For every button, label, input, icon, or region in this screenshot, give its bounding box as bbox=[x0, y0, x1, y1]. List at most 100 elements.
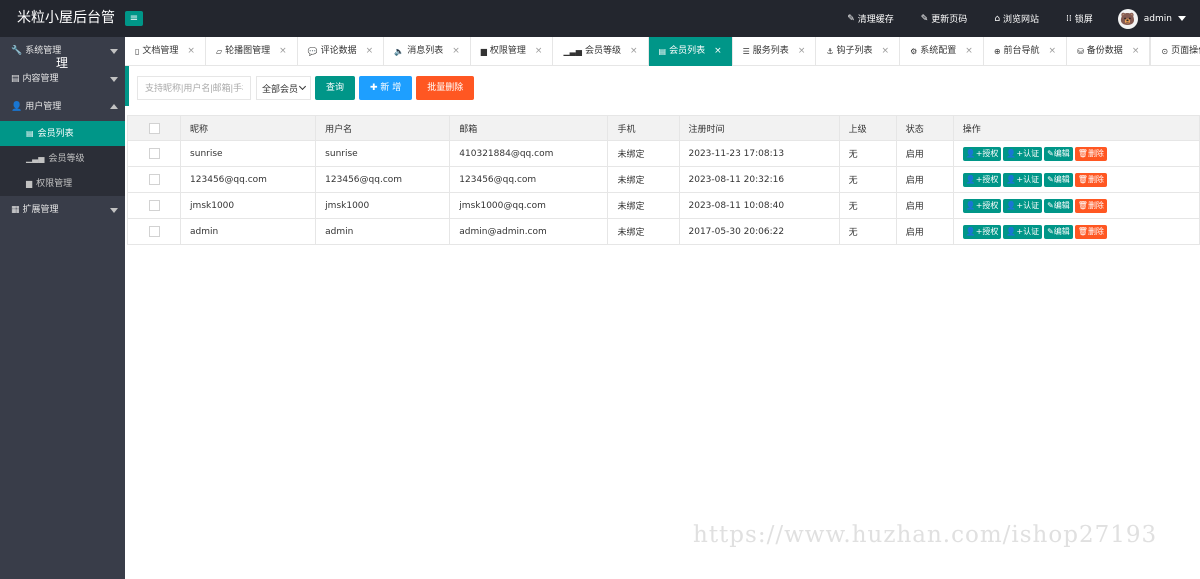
cell-registered: 2023-08-11 20:32:16 bbox=[678, 166, 840, 193]
verify-button[interactable]: 👤+认证 bbox=[1003, 172, 1043, 187]
row-checkbox[interactable] bbox=[148, 226, 160, 237]
avatar[interactable]: 🐻 bbox=[1117, 8, 1138, 29]
batch-delete-button[interactable]: 批量删除 bbox=[416, 76, 475, 100]
member-filter-select[interactable]: 全部会员 bbox=[256, 76, 311, 100]
member-filter-value: 全部会员 bbox=[262, 84, 299, 95]
row-checkbox[interactable] bbox=[148, 200, 160, 211]
menu-toggle-button[interactable]: ≡ bbox=[125, 11, 143, 26]
tab-11[interactable]: ⛁ 备份数据 × bbox=[1067, 37, 1151, 66]
header-link-1[interactable]: ✎ 更新页码 bbox=[921, 12, 968, 26]
column-header: 注册时间 bbox=[678, 115, 840, 141]
authorize-button[interactable]: 👤+授权 bbox=[962, 224, 1002, 239]
tab-label: 系统配置 bbox=[920, 46, 957, 56]
sidebar-group-icon: 🔧 bbox=[11, 46, 23, 56]
header-link-label: 浏览网站 bbox=[1003, 15, 1040, 25]
tab-icon: ▁▃▅ bbox=[563, 47, 582, 56]
row-select-cell bbox=[126, 166, 182, 193]
close-icon[interactable]: × bbox=[1132, 37, 1140, 66]
table-header-row: 昵称 用户名 邮箱 手机 注册时间 上级 状态 操作 bbox=[126, 115, 1200, 141]
cell-phone: 未绑定 bbox=[607, 192, 680, 219]
sidebar-subnav: ▤ 会员列表 ▁▃▅ 会员等级 ▆ 权限管理 bbox=[0, 121, 125, 196]
sidebar-item-icon: ▁▃▅ bbox=[26, 154, 45, 163]
tab-0[interactable]: ▯ 文档管理 × bbox=[125, 37, 206, 66]
header-link-3[interactable]: ⁞⁞ 锁屏 bbox=[1066, 12, 1093, 26]
eraser-icon: ✎ bbox=[847, 13, 855, 24]
sidebar-item-1[interactable]: ▁▃▅ 会员等级 bbox=[0, 146, 125, 171]
close-icon[interactable]: × bbox=[965, 37, 973, 66]
sidebar-group-2[interactable]: 👤 用户管理 bbox=[0, 93, 125, 121]
search-input[interactable] bbox=[137, 76, 251, 100]
tab-5[interactable]: ▁▃▅ 会员等级 × bbox=[553, 37, 649, 66]
sidebar-item-label: 会员列表 bbox=[37, 129, 74, 139]
tab-label: 前台导航 bbox=[1003, 46, 1040, 56]
close-icon[interactable]: × bbox=[798, 37, 806, 66]
app-title: 米粒小屋后台管 bbox=[17, 10, 115, 26]
chevron-down-icon bbox=[110, 49, 118, 54]
close-icon[interactable]: × bbox=[714, 37, 722, 66]
close-icon[interactable]: × bbox=[630, 37, 638, 66]
header-link-0[interactable]: ✎ 清理缓存 bbox=[847, 12, 894, 26]
sidebar-item-label: 会员等级 bbox=[48, 154, 85, 164]
watermark: https://www.huzhan.com/ishop27193 bbox=[693, 522, 1158, 548]
close-icon[interactable]: × bbox=[187, 37, 195, 66]
edit-button[interactable]: ✎编辑 bbox=[1044, 224, 1073, 239]
row-checkbox[interactable] bbox=[148, 148, 160, 159]
cell-email: jmsk1000@qq.com bbox=[449, 192, 609, 219]
cell-actions: 👤+授权 👤+认证 ✎编辑 🗑删除 bbox=[952, 140, 1200, 167]
tab-9[interactable]: ⚙ 系统配置 × bbox=[900, 37, 984, 66]
select-all-checkbox[interactable] bbox=[148, 122, 160, 134]
edit-button[interactable]: ✎编辑 bbox=[1044, 146, 1073, 161]
cell-nickname: jmsk1000 bbox=[180, 192, 317, 219]
row-checkbox[interactable] bbox=[148, 174, 160, 185]
sidebar-group-0[interactable]: 🔧 系统管理理 bbox=[0, 37, 125, 70]
tab-3[interactable]: 🔈 消息列表 × bbox=[384, 37, 471, 66]
close-icon[interactable]: × bbox=[535, 37, 543, 66]
close-icon[interactable]: × bbox=[279, 37, 287, 66]
query-button[interactable]: 查询 bbox=[315, 76, 356, 100]
edit-button[interactable]: ✎编辑 bbox=[1044, 172, 1073, 187]
cell-registered: 2023-11-23 17:08:13 bbox=[678, 140, 840, 167]
row-actions: 👤+授权 👤+认证 ✎编辑 🗑删除 bbox=[962, 224, 1190, 239]
close-icon[interactable]: × bbox=[1049, 37, 1057, 66]
sidebar-group-1[interactable]: ▤ 内容管理 bbox=[0, 65, 125, 93]
delete-button[interactable]: 🗑删除 bbox=[1074, 198, 1107, 213]
tab-icon: ⚙ bbox=[910, 47, 918, 56]
tab-8[interactable]: ⚓ 钩子列表 × bbox=[816, 37, 901, 66]
row-actions: 👤+授权 👤+认证 ✎编辑 🗑删除 bbox=[962, 172, 1190, 187]
authorize-button[interactable]: 👤+授权 bbox=[962, 198, 1002, 213]
edit-button[interactable]: ✎编辑 bbox=[1044, 198, 1073, 213]
close-icon[interactable]: × bbox=[882, 37, 890, 66]
tab-10[interactable]: ⊕ 前台导航 × bbox=[984, 37, 1068, 66]
tab-7[interactable]: ☰ 服务列表 × bbox=[733, 37, 817, 66]
chevron-down-icon[interactable] bbox=[1178, 16, 1186, 21]
tab-6[interactable]: ▤ 会员列表 × bbox=[648, 37, 733, 66]
sidebar-item-icon: ▆ bbox=[26, 179, 33, 188]
tab-2[interactable]: 💬 评论数据 × bbox=[298, 37, 385, 66]
add-button[interactable]: ✚ 新 增 bbox=[359, 76, 413, 100]
verify-button[interactable]: 👤+认证 bbox=[1003, 198, 1043, 213]
close-icon[interactable]: × bbox=[452, 37, 460, 66]
cell-phone: 未绑定 bbox=[607, 218, 680, 245]
authorize-button[interactable]: 👤+授权 bbox=[962, 146, 1002, 161]
user-name[interactable]: admin bbox=[1144, 14, 1172, 24]
page-ops-button[interactable]: ⊙页面操作 bbox=[1150, 37, 1200, 66]
verify-button[interactable]: 👤+认证 bbox=[1003, 224, 1043, 239]
column-header: 状态 bbox=[895, 115, 954, 141]
tab-icon: ▤ bbox=[658, 47, 667, 56]
delete-button[interactable]: 🗑删除 bbox=[1074, 172, 1107, 187]
member-table: 昵称 用户名 邮箱 手机 注册时间 上级 状态 操作 sunrise sunrise 410321… bbox=[126, 115, 1200, 245]
tab-1[interactable]: ▱ 轮播图管理 × bbox=[206, 37, 298, 66]
sidebar-group-label: 用户管理 bbox=[25, 102, 62, 112]
close-icon[interactable]: × bbox=[366, 37, 374, 66]
header-link-2[interactable]: ⌂ 浏览网站 bbox=[994, 12, 1040, 26]
table-row: sunrise sunrise 410321884@qq.com 未绑定 2023-11… bbox=[126, 140, 1200, 167]
delete-button[interactable]: 🗑删除 bbox=[1074, 224, 1107, 239]
row-select-cell bbox=[126, 192, 182, 219]
sidebar-group-3[interactable]: ▦ 扩展管理 bbox=[0, 196, 125, 224]
authorize-button[interactable]: 👤+授权 bbox=[962, 172, 1002, 187]
verify-button[interactable]: 👤+认证 bbox=[1003, 146, 1043, 161]
delete-button[interactable]: 🗑删除 bbox=[1074, 146, 1107, 161]
tab-4[interactable]: ▆ 权限管理 × bbox=[471, 37, 554, 66]
sidebar-item-2[interactable]: ▆ 权限管理 bbox=[0, 171, 125, 196]
sidebar-item-0[interactable]: ▤ 会员列表 bbox=[0, 121, 125, 146]
